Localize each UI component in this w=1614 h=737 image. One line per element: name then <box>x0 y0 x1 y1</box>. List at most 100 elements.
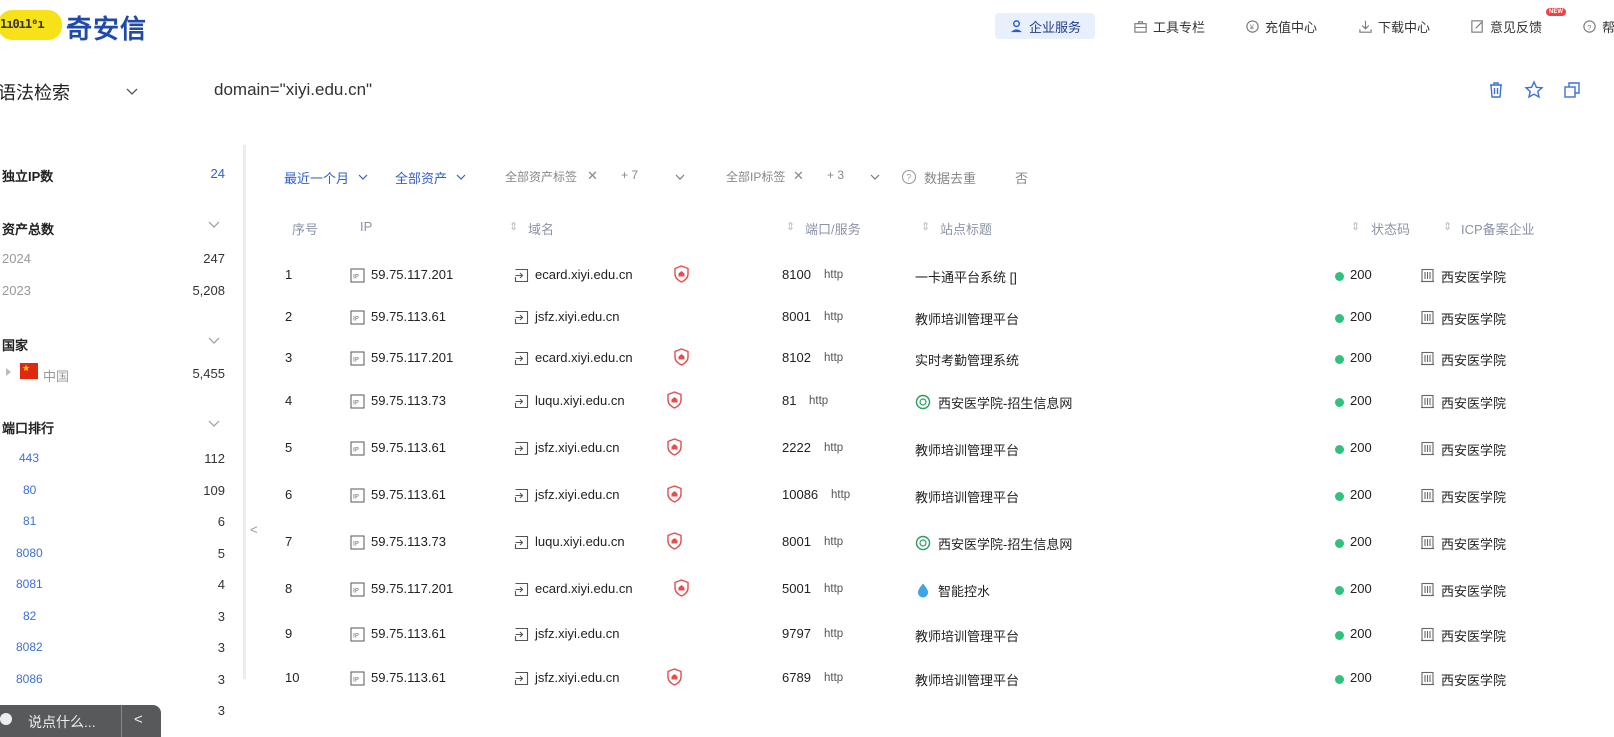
sidebar-divider[interactable] <box>243 145 246 679</box>
open-link-icon[interactable] <box>514 535 529 550</box>
service-value[interactable]: http <box>824 269 843 281</box>
port-value[interactable]: 8001 <box>782 534 811 549</box>
chevron-down-icon[interactable] <box>357 171 369 183</box>
delete-icon[interactable] <box>1486 80 1506 100</box>
ip-tag-filter[interactable]: 全部IP标签 <box>726 168 785 185</box>
nav-feedback[interactable]: 意见反馈 <box>1470 13 1542 39</box>
column-header-domain[interactable]: 域名 <box>528 219 554 238</box>
service-value[interactable]: http <box>824 442 843 454</box>
nav-download[interactable]: 下载中心 <box>1358 13 1430 39</box>
port-value[interactable]: 5001 <box>782 581 811 596</box>
chevron-down-icon[interactable] <box>207 416 221 430</box>
star-icon[interactable] <box>1524 80 1544 100</box>
table-row[interactable]: 3 IP 59.75.117.201 ecard.xiyi.edu.cn 8102 htt… <box>270 348 1614 380</box>
port-value[interactable]: 9797 <box>782 626 811 641</box>
open-link-icon[interactable] <box>514 488 529 503</box>
chevron-down-icon[interactable] <box>207 333 221 347</box>
domain-link[interactable]: jsfz.xiyi.edu.cn <box>535 487 620 502</box>
port-item[interactable]: 8082 <box>16 640 43 654</box>
port-item[interactable]: 8086 <box>16 672 43 686</box>
domain-link[interactable]: jsfz.xiyi.edu.cn <box>535 670 620 685</box>
site-title[interactable]: 教师培训管理平台 <box>915 309 1019 328</box>
port-value[interactable]: 81 <box>782 393 796 408</box>
icp-company[interactable]: 西安医学院 <box>1441 440 1506 459</box>
ip-link[interactable]: 59.75.117.201 <box>371 350 453 365</box>
icp-company[interactable]: 西安医学院 <box>1441 670 1506 689</box>
open-link-icon[interactable] <box>514 582 529 597</box>
open-link-icon[interactable] <box>514 671 529 686</box>
clear-icon[interactable]: ✕ <box>587 168 598 184</box>
domain-link[interactable]: jsfz.xiyi.edu.cn <box>535 309 620 324</box>
clear-icon[interactable]: ✕ <box>793 168 804 184</box>
service-value[interactable]: http <box>824 672 843 684</box>
site-title[interactable]: 西安医学院-招生信息网 <box>938 534 1072 553</box>
icp-company[interactable]: 西安医学院 <box>1441 309 1506 328</box>
table-row[interactable]: 6 IP 59.75.113.61 jsfz.xiyi.edu.cn 10086 http… <box>270 485 1614 517</box>
copy-icon[interactable] <box>1562 80 1582 100</box>
open-link-icon[interactable] <box>514 627 529 642</box>
asset-filter[interactable]: 全部资产 <box>395 168 447 187</box>
open-link-icon[interactable] <box>514 441 529 456</box>
icp-company[interactable]: 西安医学院 <box>1441 350 1506 369</box>
icp-company[interactable]: 西安医学院 <box>1441 581 1506 600</box>
service-value[interactable]: http <box>824 628 843 640</box>
site-title[interactable]: 实时考勤管理系统 <box>915 350 1019 369</box>
country-name[interactable]: 中国 <box>43 366 69 385</box>
ip-link[interactable]: 59.75.113.73 <box>371 393 446 408</box>
shield-icon[interactable] <box>666 485 683 503</box>
port-value[interactable]: 2222 <box>782 440 811 455</box>
service-value[interactable]: http <box>809 395 828 407</box>
domain-link[interactable]: ecard.xiyi.edu.cn <box>535 581 633 596</box>
site-title[interactable]: 教师培训管理平台 <box>915 626 1019 645</box>
shield-icon[interactable] <box>673 579 690 597</box>
table-row[interactable]: 4 IP 59.75.113.73 luqu.xiyi.edu.cn 81 http 西安医… <box>270 391 1614 423</box>
icp-company[interactable]: 西安医学院 <box>1441 393 1506 412</box>
port-value[interactable]: 8102 <box>782 350 811 365</box>
table-row[interactable]: 10 IP 59.75.113.61 jsfz.xiyi.edu.cn 6789 http… <box>270 668 1614 700</box>
ip-link[interactable]: 59.75.113.61 <box>371 487 446 502</box>
column-resize-handle[interactable]: ⇕ <box>786 220 795 233</box>
port-item[interactable]: 80 <box>23 483 36 497</box>
site-title[interactable]: 教师培训管理平台 <box>915 670 1019 689</box>
column-header-ip[interactable]: IP <box>360 219 372 234</box>
chat-collapse-arrow[interactable]: < <box>134 711 143 728</box>
domain-link[interactable]: jsfz.xiyi.edu.cn <box>535 626 620 641</box>
asset-tag-filter[interactable]: 全部资产标签 <box>505 168 577 185</box>
service-value[interactable]: http <box>824 352 843 364</box>
site-title[interactable]: 一卡通平台系统 [] <box>915 267 1017 286</box>
year-label[interactable]: 2024 <box>2 251 31 266</box>
open-link-icon[interactable] <box>514 394 529 409</box>
domain-link[interactable]: jsfz.xiyi.edu.cn <box>535 440 620 455</box>
icp-company[interactable]: 西安医学院 <box>1441 267 1506 286</box>
chevron-down-icon[interactable] <box>455 171 467 183</box>
port-value[interactable]: 8100 <box>782 267 811 282</box>
domain-link[interactable]: ecard.xiyi.edu.cn <box>535 350 633 365</box>
site-title[interactable]: 西安医学院-招生信息网 <box>938 393 1072 412</box>
port-item[interactable]: 81 <box>23 514 36 528</box>
domain-link[interactable]: luqu.xiyi.edu.cn <box>535 534 625 549</box>
shield-icon[interactable] <box>673 265 690 283</box>
table-row[interactable]: 1 IP 59.75.117.201 ecard.xiyi.edu.cn 8100 htt… <box>270 265 1614 297</box>
ip-tag-more[interactable]: + 3 <box>827 168 844 182</box>
port-value[interactable]: 8001 <box>782 309 811 324</box>
ip-link[interactable]: 59.75.113.61 <box>371 670 446 685</box>
year-label[interactable]: 2023 <box>2 283 31 298</box>
shield-icon[interactable] <box>673 348 690 366</box>
nav-enterprise-services[interactable]: 企业服务 <box>995 13 1096 39</box>
ip-link[interactable]: 59.75.113.61 <box>371 309 446 324</box>
nav-recharge[interactable]: ¥ 充值中心 <box>1245 13 1317 39</box>
column-header-icp[interactable]: ICP备案企业 <box>1461 219 1535 238</box>
nav-tools[interactable]: 工具专栏 <box>1133 13 1205 39</box>
chevron-down-icon[interactable] <box>869 171 881 183</box>
port-item[interactable]: 443 <box>19 451 39 465</box>
site-title[interactable]: 教师培训管理平台 <box>915 487 1019 506</box>
column-resize-handle[interactable]: ⇕ <box>1351 220 1360 233</box>
table-row[interactable]: 7 IP 59.75.113.73 luqu.xiyi.edu.cn 8001 http 西… <box>270 532 1614 564</box>
open-link-icon[interactable] <box>514 268 529 283</box>
icp-company[interactable]: 西安医学院 <box>1441 487 1506 506</box>
table-row[interactable]: 5 IP 59.75.113.61 jsfz.xiyi.edu.cn 2222 http 教… <box>270 438 1614 470</box>
query-input[interactable]: domain="xiyi.edu.cn" <box>214 80 372 100</box>
dedupe-toggle[interactable]: 否 <box>1015 168 1028 187</box>
port-item[interactable]: 8080 <box>16 546 43 560</box>
site-title[interactable]: 教师培训管理平台 <box>915 440 1019 459</box>
